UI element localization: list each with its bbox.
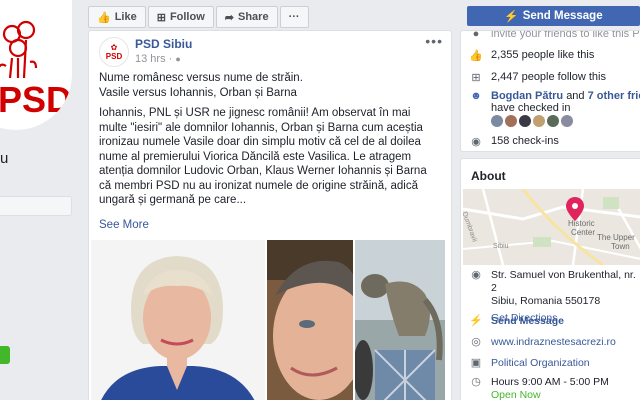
send-message-button[interactable]: ⚡ Send Message	[467, 6, 640, 26]
rose-icon: ✿	[110, 42, 118, 52]
hours-block: Hours 9:00 AM - 5:00 PM Open Now	[491, 376, 609, 400]
more-label: ···	[288, 11, 300, 23]
post-page-name[interactable]: PSD Sibiu	[135, 37, 192, 51]
post-line-1: Nume românesc versus nume de străin.	[99, 72, 303, 84]
post-options-button[interactable]: •••	[425, 33, 443, 49]
more-actions-button[interactable]: ···	[279, 6, 309, 28]
checked-in-row: Bogdan Pătru and 7 other friends lik hav…	[491, 90, 640, 114]
photo-woman[interactable]	[91, 240, 265, 400]
friend-avatar[interactable]	[519, 115, 531, 127]
post-card: ✿ PSD PSD Sibiu 13 hrs · ● ••• Nume româ…	[88, 30, 452, 400]
send-message-row: ⚡ Send Message	[469, 315, 564, 328]
profile-picture[interactable]: PSD	[0, 0, 72, 130]
hours-row: ◷ Hours 9:00 AM - 5:00 PM Open Now	[469, 376, 609, 400]
category-row: ▣ Political Organization	[469, 357, 590, 370]
post-paragraph-1: Nume românesc versus nume de străin. Vas…	[99, 71, 439, 100]
checked-in-others[interactable]: 7 other friends	[588, 90, 640, 102]
category-link[interactable]: Political Organization	[491, 357, 590, 370]
likes-row: 👍 2,355 people like this	[469, 49, 594, 62]
website-link[interactable]: www.indraznestesacrezi.ro	[491, 336, 616, 349]
checked-in-friend[interactable]: Bogdan Pătru	[491, 90, 563, 102]
globe-icon: ◎	[471, 336, 481, 348]
thumbs-up-icon: 👍	[97, 11, 111, 24]
photo-woman-image	[91, 240, 265, 400]
see-more-link[interactable]: See More	[99, 219, 149, 231]
post-timestamp[interactable]: 13 hrs · ●	[135, 53, 181, 65]
about-title: About	[471, 169, 506, 183]
page-action-bar: 👍 Like ⊞ Follow ➦ Share ···	[88, 6, 452, 28]
send-message-label: Send Message	[522, 10, 603, 22]
photo-monkey[interactable]	[355, 240, 445, 400]
center-column: 👍 Like ⊞ Follow ➦ Share ··· ✿ PSD PSD Si…	[88, 0, 452, 400]
open-now-status: Open Now	[491, 389, 541, 400]
share-button[interactable]: ➦ Share	[215, 6, 278, 28]
right-sidebar: ⚡ Send Message ● invite your friends to …	[460, 0, 640, 400]
map-label-center: Center	[571, 228, 596, 237]
post-line-2: Vasile versus Iohannis, Orban și Barna	[99, 86, 297, 99]
address-line-1: Str. Samuel von Brukenthal, nr. 2	[491, 269, 636, 294]
map-label-upper: The Upper	[597, 233, 635, 242]
likes-count: 2,355 people like this	[491, 49, 595, 61]
map-street-2: Sibiu	[493, 243, 509, 250]
friend-avatar[interactable]	[561, 115, 573, 127]
friends-icon-holder: ☻	[469, 90, 483, 102]
post-text: Nume românesc versus nume de străin. Vas…	[99, 71, 439, 214]
website-row: ◎ www.indraznestesacrezi.ro	[469, 336, 616, 349]
checked-in-line-2: have checked in	[491, 102, 571, 114]
invite-icon: ●	[472, 30, 480, 40]
follow-button[interactable]: ⊞ Follow	[147, 6, 214, 28]
address-line-2: Sibiu, Romania 550178	[491, 295, 601, 307]
map-graphic	[463, 189, 640, 265]
send-message-link[interactable]: Send Message	[491, 315, 564, 328]
friend-avatar[interactable]	[547, 115, 559, 127]
friends-icon: ☻	[470, 90, 482, 102]
clock-icon: ◷	[471, 376, 481, 388]
follows-count: 2,447 people follow this	[491, 71, 606, 83]
rss-icon: ⊞	[156, 11, 166, 24]
post-time-text: 13 hrs ·	[135, 53, 173, 65]
about-card: About Historic Center The Upper Town Dum…	[460, 158, 640, 400]
map-label-town: Town	[611, 242, 630, 251]
globe-icon: ●	[175, 54, 181, 64]
left-nav-box[interactable]	[0, 196, 72, 216]
checkins-count: 158 check-ins	[491, 135, 559, 147]
community-card: ● invite your friends to like this Page …	[460, 30, 640, 152]
left-green-button[interactable]	[0, 346, 10, 364]
facebook-page: PSD u 👍 Like ⊞ Follow ➦ Share ··· ✿ PSD …	[0, 0, 640, 400]
friend-avatar[interactable]	[491, 115, 503, 127]
share-label: Share	[237, 11, 269, 23]
thumbs-up-icon: 👍	[469, 50, 483, 62]
map-label-historic: Historic	[568, 219, 595, 228]
location-map[interactable]: Historic Center The Upper Town Dumbravii…	[463, 189, 640, 265]
messenger-icon: ⚡	[469, 315, 483, 327]
post-avatar[interactable]: ✿ PSD	[99, 37, 129, 67]
share-arrow-icon: ➦	[224, 11, 234, 24]
photo-man[interactable]	[267, 240, 353, 400]
checked-in-line-1: Bogdan Pătru and 7 other friends lik	[491, 90, 640, 102]
left-column: PSD u	[0, 0, 80, 400]
page-name-fragment: u	[0, 150, 9, 167]
rss-icon: ⊞	[471, 72, 481, 84]
photo-monkey-image	[355, 240, 445, 400]
post-paragraph-2: Iohannis, PNL și USR ne jignesc românii!…	[99, 107, 427, 206]
like-label: Like	[114, 11, 137, 23]
friend-avatar[interactable]	[533, 115, 545, 127]
map-pin-icon: ◉	[471, 136, 481, 148]
post-photos	[89, 240, 451, 400]
messenger-icon: ⚡	[504, 11, 519, 23]
tag-icon: ▣	[470, 357, 482, 369]
invite-row[interactable]: ● invite your friends to like this Page	[469, 30, 640, 40]
avatar-text: PSD	[105, 51, 123, 61]
hours-text: Hours 9:00 AM - 5:00 PM	[491, 376, 609, 388]
checked-in-and: and	[566, 90, 585, 102]
invite-text: invite your friends to like this Page	[491, 30, 640, 40]
like-button[interactable]: 👍 Like	[88, 6, 146, 28]
logo-text: PSD	[0, 79, 72, 120]
checkins-row: ◉ 158 check-ins	[469, 135, 559, 148]
follow-label: Follow	[169, 11, 205, 23]
friend-avatar[interactable]	[505, 115, 517, 127]
friend-avatars	[491, 115, 573, 127]
photo-man-image	[267, 240, 353, 400]
follows-row: ⊞ 2,447 people follow this	[469, 71, 606, 84]
